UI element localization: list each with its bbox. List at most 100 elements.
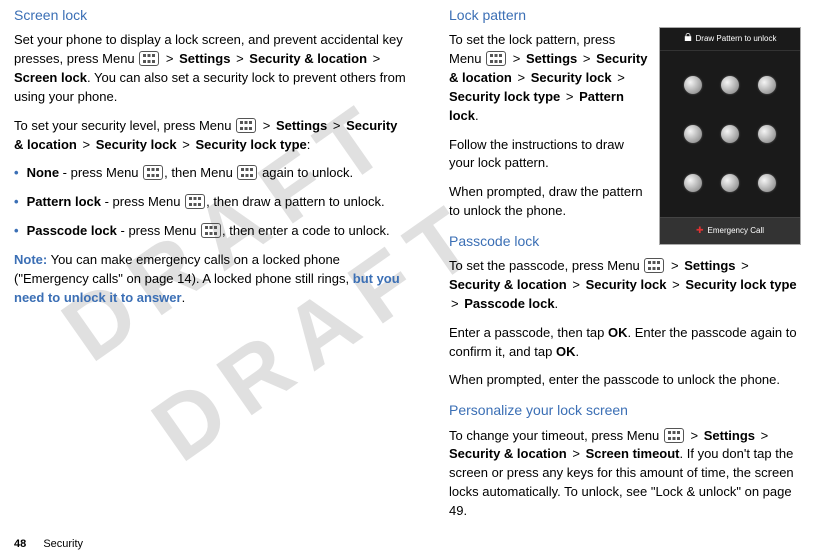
settings-label: Settings (179, 51, 230, 66)
security-location-label: Security & location (449, 277, 567, 292)
text: , then enter a code to unlock. (222, 223, 390, 238)
text: . (475, 108, 479, 123)
separator: > (236, 51, 244, 66)
security-lock-label: Security lock (96, 137, 177, 152)
separator: > (166, 51, 174, 66)
bullet-text: Pattern lock - press Menu , then draw a … (27, 193, 409, 212)
separator: > (583, 51, 591, 66)
settings-label: Settings (276, 118, 327, 133)
phone-mockup: Draw Pattern to unlock ✚ Emergency Call (659, 27, 801, 245)
pattern-lock-label: Pattern lock (27, 194, 101, 209)
security-lock-type-label: Security lock type (195, 137, 306, 152)
security-lock-label: Security lock (531, 70, 612, 85)
pattern-dot[interactable] (674, 158, 711, 207)
text: - press Menu (101, 194, 180, 209)
paragraph: When prompted, enter the passcode to unl… (449, 371, 801, 390)
text: You can make emergency calls on a locked… (14, 252, 353, 286)
separator: > (741, 258, 749, 273)
settings-label: Settings (526, 51, 577, 66)
separator: > (513, 51, 521, 66)
menu-icon (664, 428, 684, 443)
page-content: Screen lock Set your phone to display a … (0, 0, 815, 531)
settings-label: Settings (704, 428, 755, 443)
paragraph: To change your timeout, press Menu > Set… (449, 427, 801, 521)
emergency-icon: ✚ (696, 224, 704, 237)
bullet-passcode: • Passcode lock - press Menu , then ente… (14, 222, 409, 241)
text: : (307, 137, 311, 152)
heading-screen-lock: Screen lock (14, 5, 409, 25)
menu-icon (236, 118, 256, 133)
page-number: 48 (14, 538, 26, 550)
heading-personalize: Personalize your lock screen (449, 400, 801, 420)
text: To change your timeout, press Menu (449, 428, 659, 443)
phone-header-text: Draw Pattern to unlock (696, 33, 777, 45)
separator: > (761, 428, 769, 443)
pattern-dot[interactable] (674, 110, 711, 159)
menu-icon (139, 51, 159, 66)
separator: > (672, 277, 680, 292)
bullet-dot: • (14, 222, 19, 241)
security-location-label: Security & location (249, 51, 367, 66)
text: To set the passcode, press Menu (449, 258, 640, 273)
separator: > (566, 89, 574, 104)
separator: > (691, 428, 699, 443)
separator: > (671, 258, 679, 273)
separator: > (263, 118, 271, 133)
bullet-text: Passcode lock - press Menu , then enter … (27, 222, 409, 241)
phone-header: Draw Pattern to unlock (660, 28, 800, 51)
left-column: Screen lock Set your phone to display a … (14, 5, 409, 531)
security-location-label: Security & location (449, 446, 567, 461)
none-label: None (27, 165, 60, 180)
emergency-call-label: Emergency Call (708, 225, 764, 237)
menu-icon (644, 258, 664, 273)
text: , then draw a pattern to unlock. (206, 194, 385, 209)
text: To set your security level, press Menu (14, 118, 231, 133)
settings-label: Settings (684, 258, 735, 273)
bullet-pattern: • Pattern lock - press Menu , then draw … (14, 193, 409, 212)
pattern-dot[interactable] (711, 158, 748, 207)
page-footer: 48 Security (14, 538, 83, 550)
section-name: Security (43, 538, 83, 550)
heading-lock-pattern: Lock pattern (449, 5, 801, 25)
screen-lock-label: Screen lock (14, 70, 87, 85)
separator: > (373, 51, 381, 66)
paragraph: Enter a passcode, then tap OK. Enter the… (449, 324, 801, 362)
note-paragraph: Note: You can make emergency calls on a … (14, 251, 409, 308)
menu-icon (185, 194, 205, 209)
passcode-lock-label: Passcode lock (27, 223, 117, 238)
separator: > (617, 70, 625, 85)
pattern-grid[interactable] (660, 51, 800, 217)
separator: > (517, 70, 525, 85)
separator: > (182, 137, 190, 152)
ok-label: OK (556, 344, 576, 359)
pattern-dot[interactable] (711, 110, 748, 159)
paragraph: To set the passcode, press Menu > Settin… (449, 257, 801, 314)
right-column: Lock pattern To set the lock pattern, pr… (449, 5, 801, 531)
separator: > (572, 446, 580, 461)
text: - press Menu (117, 223, 196, 238)
bullet-dot: • (14, 164, 19, 183)
menu-icon (143, 165, 163, 180)
bullet-text: None - press Menu , then Menu again to u… (27, 164, 409, 183)
security-lock-type-label: Security lock type (685, 277, 796, 292)
bullet-none: • None - press Menu , then Menu again to… (14, 164, 409, 183)
pattern-dot[interactable] (749, 61, 786, 110)
security-lock-label: Security lock (586, 277, 667, 292)
separator: > (451, 296, 459, 311)
pattern-dot[interactable] (749, 158, 786, 207)
separator: > (82, 137, 90, 152)
security-lock-type-label: Security lock type (449, 89, 560, 104)
emergency-call-button[interactable]: ✚ Emergency Call (660, 217, 800, 244)
ok-label: OK (608, 325, 628, 340)
menu-icon (237, 165, 257, 180)
lock-icon (684, 33, 692, 45)
separator: > (572, 277, 580, 292)
pattern-dot[interactable] (674, 61, 711, 110)
text: again to unlock. (258, 165, 353, 180)
pattern-dot[interactable] (711, 61, 748, 110)
separator: > (333, 118, 341, 133)
pattern-dot[interactable] (749, 110, 786, 159)
paragraph: Set your phone to display a lock screen,… (14, 31, 409, 106)
text: . (182, 290, 186, 305)
paragraph: To set your security level, press Menu >… (14, 117, 409, 155)
